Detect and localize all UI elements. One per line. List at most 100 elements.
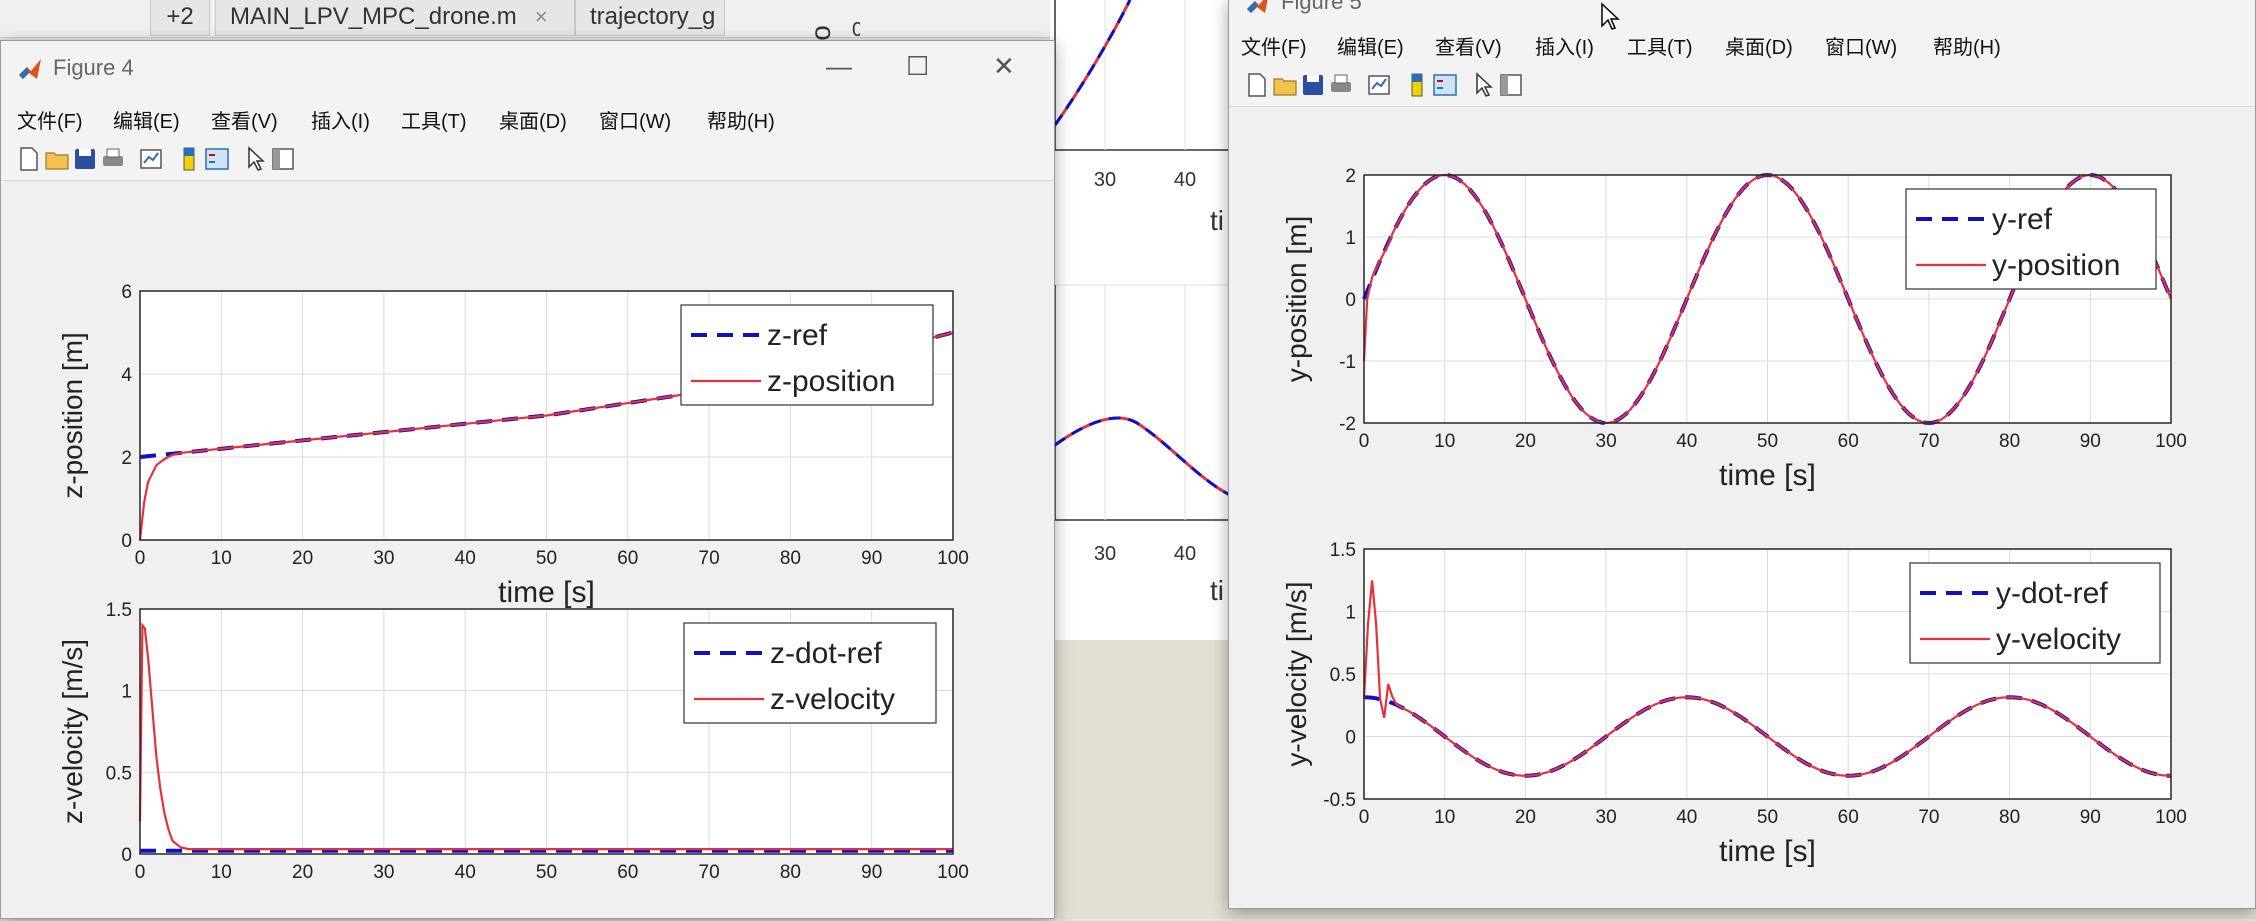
property-inspector-icon[interactable] [1497, 71, 1525, 99]
insert-legend-icon[interactable] [203, 145, 231, 173]
mouse-cursor-icon [1601, 2, 1620, 30]
tab-main-lpv-mpc-drone[interactable]: MAIN_LPV_MPC_drone.m × [215, 0, 575, 36]
menu-file[interactable]: 文件(F) [1241, 31, 1307, 60]
x-tick-label: 70 [1918, 431, 1939, 452]
menu-view[interactable]: 查看(V) [1435, 31, 1502, 60]
x-tick-label: 30 [1596, 807, 1617, 828]
x-tick-label: 100 [937, 862, 969, 883]
y-tick-label: 1 [121, 682, 132, 703]
x-tick-label: 20 [1515, 431, 1536, 452]
tab-overflow[interactable]: +2 [150, 0, 210, 36]
figure5-titlebar[interactable]: Figure 5 [1229, 0, 2255, 25]
menu-window[interactable]: 窗口(W) [599, 105, 671, 134]
legend-entry-y-ref: y-ref [1992, 203, 2053, 236]
pointer-icon[interactable] [1469, 71, 1497, 99]
y-tick-label: 0 [1345, 290, 1356, 311]
insert-legend-icon[interactable] [1431, 71, 1459, 99]
menu-help[interactable]: 帮助(H) [707, 105, 775, 134]
figure5-toolbar [1229, 63, 2255, 107]
legend-entry-z-ref: z-ref [767, 319, 828, 352]
new-file-icon[interactable] [15, 145, 43, 173]
menu-help[interactable]: 帮助(H) [1933, 31, 2001, 60]
legend-entry-y-position: y-position [1992, 249, 2120, 282]
tab-trajectory[interactable]: trajectory_g [575, 0, 725, 36]
bg-partial-label: ti [1210, 205, 1224, 236]
legend-entry-z-velocity: z-velocity [770, 683, 895, 716]
print-icon[interactable] [1327, 71, 1355, 99]
menu-edit[interactable]: 编辑(E) [113, 105, 180, 134]
open-folder-icon[interactable] [1271, 71, 1299, 99]
y-axis-label: y-position [m] [1281, 216, 1312, 383]
y-position-chart: 0 10 20 30 40 50 60 70 80 90 100 -2 -1 0 1 2 time [s] y-p… [1281, 166, 2187, 492]
menu-desktop[interactable]: 桌面(D) [499, 105, 567, 134]
print-icon[interactable] [99, 145, 127, 173]
x-tick-label: 100 [2155, 807, 2187, 828]
matlab-logo-icon [19, 59, 41, 79]
x-tick-label: 80 [1999, 807, 2020, 828]
bg-tick: 30 [1094, 169, 1116, 191]
menu-desktop[interactable]: 桌面(D) [1725, 31, 1793, 60]
background-figure-plot: 30 40 ti 30 40 ti [1053, 0, 1250, 606]
z-position-chart: 0 10 20 30 40 50 60 70 80 90 1000246time [s]z-posi… [57, 282, 969, 609]
figure5-title: Figure 5 [1281, 0, 1362, 14]
figure4-titlebar[interactable]: Figure 4 — ☐ ✕ [1, 41, 1054, 99]
legend-entry-z-position: z-position [767, 365, 895, 398]
menu-window[interactable]: 窗口(W) [1825, 31, 1897, 60]
x-tick-label: 10 [1434, 431, 1455, 452]
y-tick-label: 0 [121, 845, 132, 866]
x-tick-label: 50 [536, 862, 557, 883]
maximize-button[interactable]: ☐ [906, 51, 929, 82]
y-tick-label: 0 [1345, 728, 1356, 749]
x-tick-label: 100 [2155, 431, 2187, 452]
open-folder-icon[interactable] [43, 145, 71, 173]
menu-insert[interactable]: 插入(I) [1535, 31, 1594, 60]
y-tick-label: 0.5 [1330, 665, 1356, 686]
menu-tools[interactable]: 工具(T) [1627, 31, 1693, 60]
close-button[interactable]: ✕ [993, 51, 1015, 82]
x-tick-label: 40 [1676, 431, 1697, 452]
y-tick-label: -2 [1339, 414, 1356, 435]
legend[interactable]: z-ref z-position [680, 304, 934, 406]
x-axis-label: time [s] [1719, 459, 1816, 492]
z-velocity-chart: 0 10 20 30 40 50 60 70 80 90 100 0 0.5 1 1.5 z-velocity… [57, 600, 969, 883]
y-tick-label: 2 [1345, 166, 1356, 187]
property-inspector-icon[interactable] [269, 145, 297, 173]
insert-colorbar-icon[interactable] [175, 145, 203, 173]
figure5-menubar: 文件(F) 编辑(E) 查看(V) 插入(I) 工具(T) 桌面(D) 窗口(W… [1229, 25, 2255, 63]
menu-file[interactable]: 文件(F) [17, 105, 83, 134]
menu-edit[interactable]: 编辑(E) [1337, 31, 1404, 60]
x-axis-label: time [s] [1719, 835, 1816, 868]
tab-label: trajectory_g [590, 3, 716, 30]
figure4-toolbar [1, 137, 1054, 181]
legend[interactable]: z-dot-ref z-velocity [683, 622, 937, 724]
new-file-icon[interactable] [1243, 71, 1271, 99]
menu-tools[interactable]: 工具(T) [401, 105, 467, 134]
x-tick-label: 20 [1515, 807, 1536, 828]
tab-overflow-label: +2 [166, 3, 194, 30]
menu-view[interactable]: 查看(V) [211, 105, 278, 134]
link-plot-icon[interactable] [1365, 71, 1393, 99]
y-tick-label: 0.5 [106, 763, 132, 784]
close-icon[interactable]: × [535, 4, 548, 29]
insert-colorbar-icon[interactable] [1403, 71, 1431, 99]
y-axis-label: z-position [m] [57, 332, 88, 499]
matlab-logo-icon [1247, 0, 1268, 13]
y-tick-label: 1 [1345, 228, 1356, 249]
bg-tick: 40 [1174, 543, 1196, 565]
save-icon[interactable] [1299, 71, 1327, 99]
save-icon[interactable] [71, 145, 99, 173]
menu-insert[interactable]: 插入(I) [311, 105, 370, 134]
figure5-window: Figure 5 文件(F) 编辑(E) 查看(V) 插入(I) 工具(T) 桌… [1228, 0, 2256, 909]
legend[interactable]: y-dot-ref y-velocity [1909, 562, 2161, 664]
x-tick-label: 0 [1359, 807, 1370, 828]
figure4-menubar: 文件(F) 编辑(E) 查看(V) 插入(I) 工具(T) 桌面(D) 窗口(W… [1, 99, 1054, 137]
svg-text:0: 0 [852, 19, 860, 41]
x-tick-label: 60 [1838, 807, 1859, 828]
pointer-icon[interactable] [241, 145, 269, 173]
link-plot-icon[interactable] [137, 145, 165, 173]
x-tick-label: 90 [861, 862, 882, 883]
x-tick-label: 30 [1596, 431, 1617, 452]
x-tick-label: 70 [699, 862, 720, 883]
minimize-button[interactable]: — [826, 51, 852, 82]
legend[interactable]: y-ref y-position [1905, 188, 2157, 290]
